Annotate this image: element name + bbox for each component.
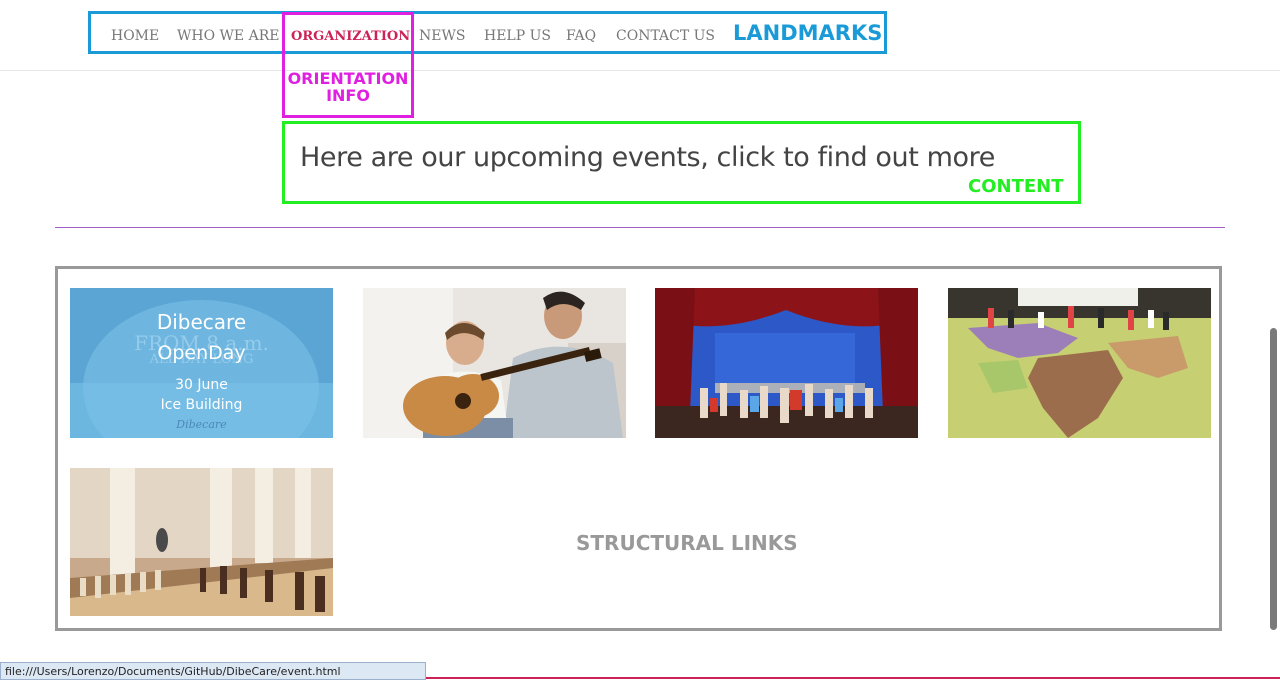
guitar-lesson-image [363, 288, 626, 438]
theatre-stage-image [655, 288, 918, 438]
floor-map-game-image [948, 288, 1211, 438]
status-bar-url: file:///Users/Lorenzo/Documents/GitHub/D… [0, 662, 426, 680]
poster-event: OpenDay [157, 342, 246, 364]
poster-signature: Dibecare [176, 418, 227, 431]
nav-help-us[interactable]: HELP US [484, 28, 551, 44]
landmarks-label: LANDMARKS [733, 21, 883, 45]
nav-contact-us[interactable]: CONTACT US [616, 28, 715, 44]
poster-place: Ice Building [160, 397, 243, 413]
guitar-lesson-link[interactable] [363, 288, 626, 438]
orientation-info-label: ORIENTATION INFO [287, 69, 409, 105]
nav-home[interactable]: HOME [111, 28, 159, 44]
structural-links-label: STRUCTURAL LINKS [576, 531, 798, 555]
open-day-poster-link[interactable]: Dibecare FROM 8 a.m. ALL DAY LONG OpenDa… [70, 288, 333, 438]
chess-hall-image [70, 468, 333, 616]
page-scrollbar-thumb[interactable] [1270, 328, 1277, 630]
floor-map-link[interactable] [948, 288, 1211, 438]
page-headline: Here are our upcoming events, click to f… [300, 142, 995, 173]
chess-hall-link[interactable] [70, 468, 333, 616]
footer-accent-line [426, 677, 1280, 679]
section-divider [55, 227, 1225, 228]
nav-who-we-are[interactable]: WHO WE ARE [177, 28, 279, 44]
content-label: CONTENT [968, 176, 1064, 197]
theatre-stage-link[interactable] [655, 288, 918, 438]
nav-news[interactable]: NEWS [419, 28, 465, 44]
nav-faq[interactable]: FAQ [566, 28, 596, 44]
poster-date: 30 June [175, 377, 228, 393]
site-header: HOME WHO WE ARE ORGANIZATION NEWS HELP U… [0, 0, 1280, 71]
